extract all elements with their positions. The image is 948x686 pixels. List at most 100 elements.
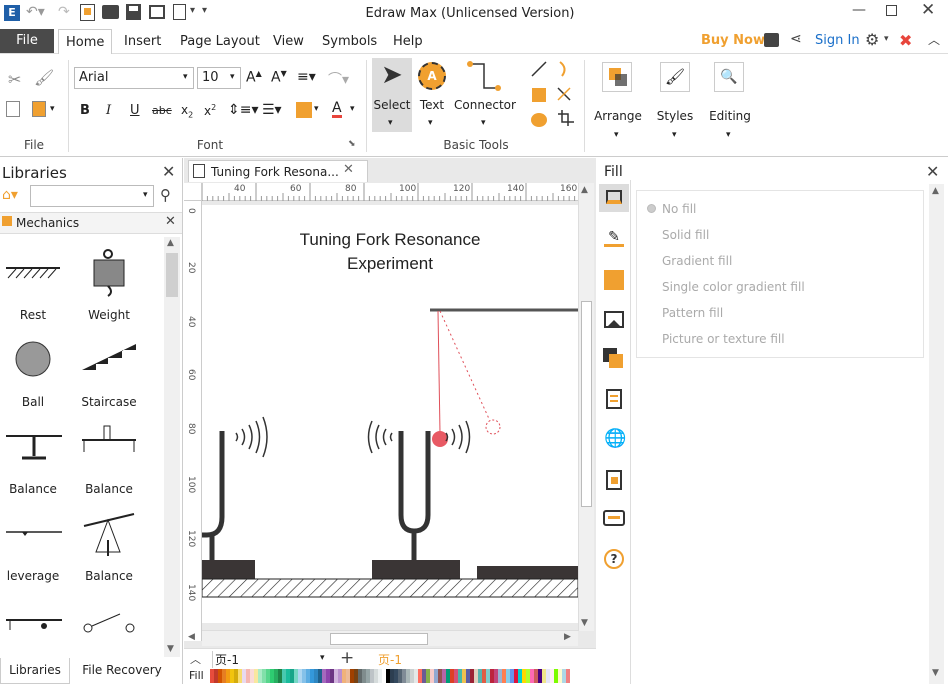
tuning-fork-diagram[interactable] (202, 205, 578, 623)
font-dialog-launcher-icon[interactable]: ⬊ (348, 139, 356, 149)
tab-page-layout[interactable]: Page Layout (173, 29, 267, 54)
styles-icon[interactable]: 🖌 (660, 62, 690, 92)
image-icon[interactable] (604, 311, 624, 328)
libraries-bottom-tab[interactable]: Libraries (0, 658, 70, 684)
file-recovery-tab[interactable]: File Recovery (74, 658, 170, 684)
library-scrollbar[interactable] (164, 237, 180, 657)
align-icon[interactable]: ≡▾ (297, 69, 316, 85)
tab-help[interactable]: Help (386, 29, 430, 54)
canvas-scroll-left-icon[interactable]: ◀ (188, 632, 195, 642)
redo-icon[interactable]: ↷ (58, 4, 70, 20)
fill-scroll-up-icon[interactable]: ▲ (932, 186, 939, 196)
open-folder-icon[interactable] (102, 5, 119, 19)
page-properties-icon[interactable] (606, 389, 622, 409)
italic-icon[interactable]: I (106, 103, 111, 118)
canvas-vertical-scrollbar[interactable] (578, 183, 594, 631)
fill-option-picture-texture[interactable]: Picture or texture fill (662, 332, 785, 346)
library-item-balance-1[interactable]: Balance (0, 482, 68, 496)
library-item-leverage[interactable]: leverage (0, 569, 68, 583)
comment-icon[interactable] (603, 510, 625, 526)
text-curve-icon[interactable]: ⌒▾ (328, 69, 349, 89)
collapse-ribbon-icon[interactable]: ︿ (928, 31, 940, 48)
copy-icon[interactable] (6, 101, 20, 117)
connector-icon[interactable] (464, 60, 504, 94)
cut-icon[interactable]: ✂ (8, 70, 21, 89)
underline-icon[interactable]: U (130, 103, 140, 118)
canvas-scroll-right-icon[interactable]: ▶ (564, 632, 571, 642)
text-tool-icon[interactable]: A (418, 62, 446, 90)
font-size-dropdown-icon[interactable]: ▾ (230, 72, 235, 82)
highlight-color-icon[interactable] (296, 102, 312, 118)
fill-option-no-fill[interactable]: No fill (662, 202, 696, 216)
fill-scroll-down-icon[interactable]: ▼ (932, 668, 939, 678)
scroll-up-icon[interactable]: ▲ (167, 238, 174, 248)
bullets-icon[interactable]: ☰▾ (262, 102, 282, 118)
font-color-icon[interactable]: A (332, 101, 342, 118)
attachment-icon[interactable] (606, 470, 622, 490)
scroll-down-icon[interactable]: ▼ (167, 644, 174, 654)
library-item-balance-3[interactable]: Balance (74, 569, 144, 583)
subscript-icon[interactable]: x2 (181, 103, 193, 119)
library-item-balance-2[interactable]: Balance (74, 482, 144, 496)
arrange-dropdown-icon[interactable]: ▾ (614, 130, 619, 140)
document-tab[interactable]: Tuning Fork Resona... (188, 160, 368, 182)
share-icon[interactable]: ⋖ (790, 31, 802, 47)
grow-font-icon[interactable]: A▲ (246, 69, 262, 86)
save-icon[interactable] (126, 4, 141, 20)
fill-panel-button[interactable] (599, 184, 629, 212)
library-item-weight[interactable]: Weight (74, 308, 144, 322)
cart-icon[interactable] (764, 33, 779, 47)
canvas-horizontal-scrollbar[interactable] (202, 630, 578, 646)
strikethrough-icon[interactable]: abc (152, 104, 172, 117)
home-icon[interactable]: ⌂▾ (2, 187, 18, 203)
search-icon[interactable]: ⚲ (160, 186, 171, 204)
add-page-icon[interactable]: + (340, 648, 354, 668)
font-color-dropdown-icon[interactable]: ▾ (350, 104, 355, 114)
paste-dropdown-icon[interactable]: ▾ (50, 104, 55, 114)
settings-dropdown-icon[interactable]: ▾ (884, 34, 889, 44)
editing-label[interactable]: Editing (704, 109, 756, 123)
text-dropdown-icon[interactable]: ▾ (428, 118, 433, 128)
color-palette[interactable] (210, 669, 570, 683)
editing-search-icon[interactable]: 🔍 (714, 62, 744, 92)
font-family-dropdown-icon[interactable]: ▾ (183, 72, 188, 82)
close-tab-icon[interactable]: ✕ (343, 162, 354, 177)
shadow-icon[interactable] (604, 270, 624, 290)
expand-panel-icon[interactable]: ︿ (190, 651, 201, 667)
export-icon[interactable] (173, 4, 186, 20)
layers-icon[interactable] (603, 348, 625, 370)
quick-access-dropdown-icon[interactable]: ▾ (190, 5, 195, 16)
arrange-label[interactable]: Arrange (590, 109, 646, 123)
maximize-button[interactable] (886, 5, 897, 16)
arrange-icon[interactable] (602, 62, 632, 92)
superscript-icon[interactable]: x2 (204, 103, 216, 118)
canvas-scroll-down-icon[interactable]: ▼ (581, 618, 588, 628)
close-category-icon[interactable]: ✕ (165, 214, 176, 229)
library-search-dropdown-icon[interactable]: ▾ (143, 190, 148, 200)
connector-tool-label[interactable]: Connector (452, 98, 518, 112)
line-style-icon[interactable]: ✎ (604, 229, 624, 247)
fill-option-solid[interactable]: Solid fill (662, 228, 709, 242)
library-item-rest[interactable]: Rest (0, 308, 68, 322)
minimize-button[interactable]: — (852, 2, 866, 18)
shrink-font-icon[interactable]: A▼ (271, 69, 287, 86)
help-icon[interactable]: ? (604, 549, 624, 569)
settings-gear-icon[interactable]: ⚙ (865, 30, 879, 49)
close-libraries-icon[interactable]: ✕ (162, 162, 175, 181)
tab-symbols[interactable]: Symbols (315, 29, 384, 54)
font-family-select[interactable]: Arial (74, 67, 194, 89)
fill-panel-scrollbar[interactable] (929, 184, 944, 684)
page-tab[interactable]: 页-1 (378, 651, 402, 668)
close-window-button[interactable]: ✕ (921, 0, 935, 20)
fill-option-pattern[interactable]: Pattern fill (662, 306, 723, 320)
theme-icon[interactable]: ✖ (899, 31, 912, 50)
sign-in-link[interactable]: Sign In (815, 33, 860, 48)
customize-toolbar-icon[interactable]: ▾ (202, 5, 207, 16)
select-dropdown-icon[interactable]: ▾ (388, 118, 393, 128)
page-select-dropdown-icon[interactable]: ▾ (320, 653, 325, 663)
new-file-icon[interactable] (80, 4, 95, 21)
globe-hyperlink-icon[interactable]: 🌐 (604, 428, 626, 449)
fill-option-gradient[interactable]: Gradient fill (662, 254, 732, 268)
buy-now-link[interactable]: Buy Now (701, 33, 765, 48)
fill-option-single-color-gradient[interactable]: Single color gradient fill (662, 280, 805, 294)
